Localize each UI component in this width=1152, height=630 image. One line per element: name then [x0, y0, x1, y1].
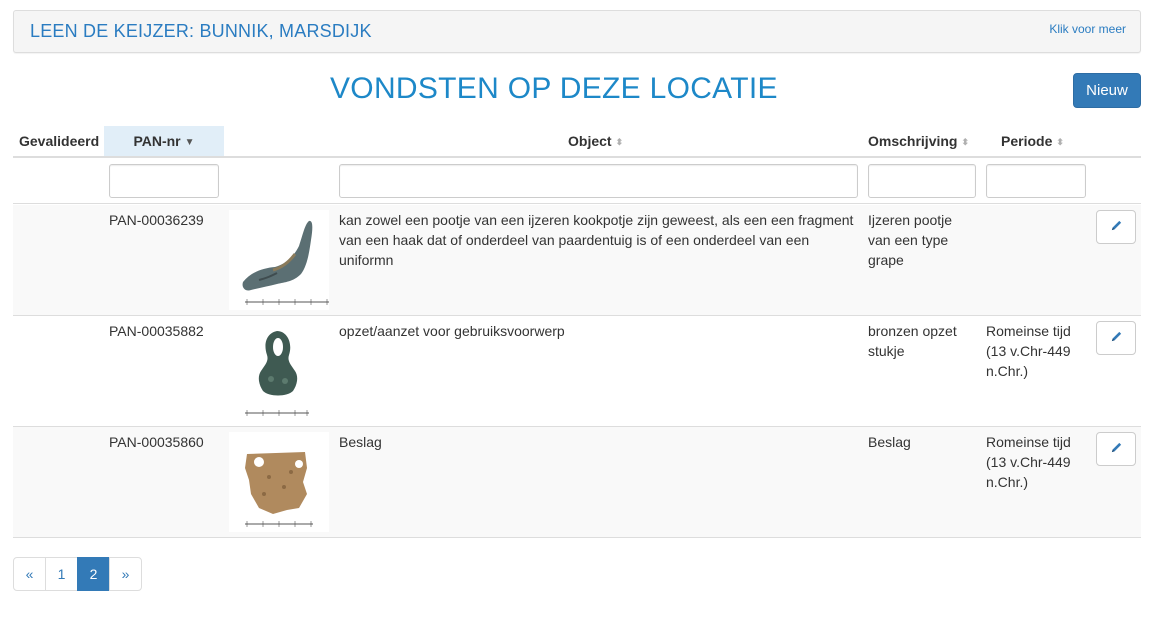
- page-2-button[interactable]: 2: [77, 557, 110, 591]
- page-prev-button[interactable]: «: [13, 557, 46, 591]
- column-header-validated: Gevalideerd: [19, 133, 100, 149]
- table-row: PAN-00035882 opzet/aanzet voor gebruiksv…: [13, 316, 1141, 427]
- table-row: PAN-00035860 Beslag Beslag Romeinse tijd…: [13, 427, 1141, 538]
- object-text: opzet/aanzet voor gebruiksvoorwerp: [339, 323, 565, 339]
- location-title: LEEN DE KEIJZER: BUNNIK, MARSDIJK: [30, 21, 372, 41]
- period-filter-input[interactable]: [986, 164, 1086, 198]
- pan-number: PAN-00035860: [109, 434, 204, 450]
- object-text: Beslag: [339, 434, 382, 450]
- description-filter-input[interactable]: [868, 164, 976, 198]
- sort-icon: ⬍: [615, 137, 624, 147]
- page-1-button[interactable]: 1: [45, 557, 78, 591]
- find-photo[interactable]: [229, 321, 329, 421]
- description-text: bronzen opzet stukje: [868, 323, 957, 359]
- pan-filter-input[interactable]: [109, 164, 219, 198]
- description-text: Ijzeren pootje van een type grape: [868, 212, 953, 268]
- pencil-icon: [1110, 219, 1123, 235]
- period-text: Romeinse tijd (13 v.Chr-449 n.Chr.): [986, 323, 1071, 379]
- pagination: « 1 2 »: [13, 557, 142, 591]
- pan-number: PAN-00036239: [109, 212, 204, 228]
- pan-number: PAN-00035882: [109, 323, 204, 339]
- column-header-description[interactable]: Omschrijving ⬍: [868, 126, 978, 156]
- pencil-icon: [1110, 330, 1123, 346]
- column-header-pan[interactable]: PAN-nr ▼: [104, 126, 224, 156]
- object-text: kan zowel een pootje van een ijzeren koo…: [339, 212, 854, 268]
- location-panel-header: LEEN DE KEIJZER: BUNNIK, MARSDIJK Klik v…: [13, 10, 1141, 53]
- find-photo[interactable]: [229, 210, 329, 310]
- object-filter-input[interactable]: [339, 164, 858, 198]
- find-photo[interactable]: [229, 432, 329, 532]
- sort-icon: ⬍: [1056, 137, 1064, 147]
- pencil-icon: [1110, 441, 1123, 457]
- sort-desc-icon: ▼: [184, 137, 195, 148]
- filter-row: [13, 159, 1141, 204]
- column-header-object[interactable]: Object ⬍: [568, 126, 678, 156]
- description-text: Beslag: [868, 434, 911, 450]
- edit-button[interactable]: [1096, 210, 1136, 244]
- table-header: Gevalideerd PAN-nr ▼ Object ⬍ Omschrijving…: [13, 126, 1141, 158]
- period-text: Romeinse tijd (13 v.Chr-449 n.Chr.): [986, 434, 1071, 490]
- sort-icon: ⬍: [961, 137, 970, 147]
- column-header-period[interactable]: Periode ⬍: [1001, 126, 1081, 156]
- edit-button[interactable]: [1096, 321, 1136, 355]
- page-next-button[interactable]: »: [109, 557, 142, 591]
- edit-button[interactable]: [1096, 432, 1136, 466]
- more-info-link[interactable]: Klik voor meer: [1049, 22, 1126, 36]
- page-title: VONDSTEN OP DEZE LOCATIE: [330, 72, 778, 105]
- new-find-button[interactable]: Nieuw: [1073, 73, 1141, 108]
- table-row: PAN-00036239 kan zowel een pootje van ee…: [13, 205, 1141, 316]
